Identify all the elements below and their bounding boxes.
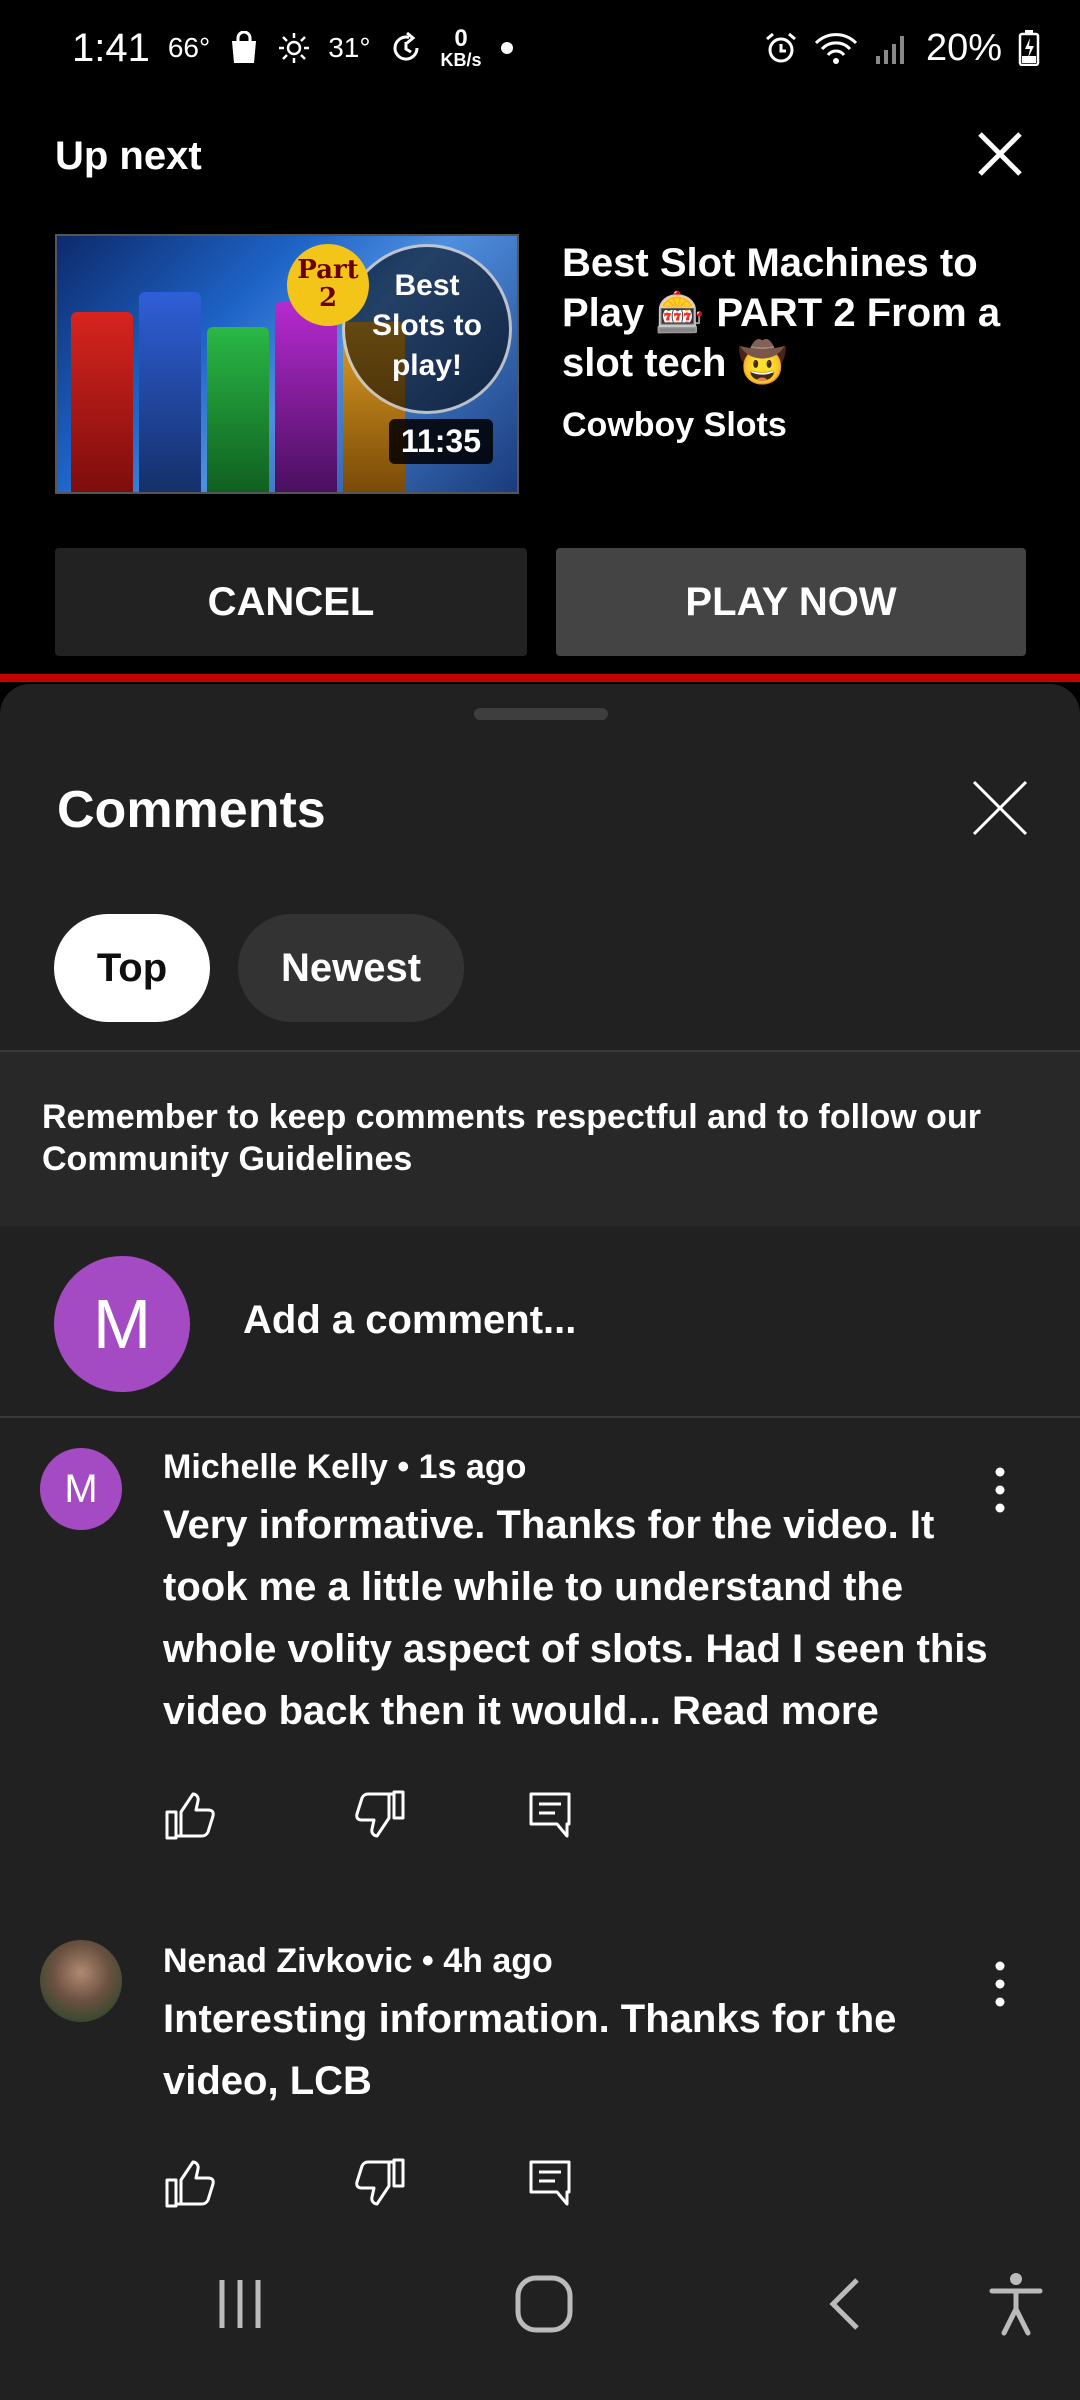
avatar: M	[54, 1256, 190, 1392]
status-bar: 1:41 66° 31° 0 KB/s 20%	[0, 0, 1080, 96]
comments-title: Comments	[57, 781, 326, 839]
comment-item: M Michelle Kelly • 1s ago Very informati…	[0, 1418, 1080, 1858]
accessibility-icon	[989, 2273, 1043, 2336]
thumbs-down-icon	[355, 2158, 405, 2206]
recent-apps-button[interactable]	[190, 2254, 290, 2354]
cellular-signal-icon	[874, 32, 910, 64]
dislike-button[interactable]	[353, 2156, 407, 2210]
recent-apps-icon	[219, 2280, 261, 2328]
network-speed-unit: KB/s	[440, 50, 482, 70]
close-icon	[972, 780, 1028, 836]
comments-panel: Comments Top Newest Remember to keep com…	[0, 684, 1080, 2214]
more-options-button[interactable]	[990, 1462, 1010, 1522]
drag-handle[interactable]	[474, 708, 608, 720]
status-temp: 66°	[167, 32, 211, 63]
thumbs-down-icon	[355, 1790, 405, 1838]
comment-item: Nenad Zivkovic • 4h ago Interesting info…	[0, 1912, 1080, 2212]
sync-icon	[389, 31, 423, 65]
video-duration: 11:35	[388, 419, 493, 464]
thumbs-up-icon	[165, 1792, 215, 1840]
wifi-icon	[814, 31, 858, 65]
battery-percent: 20%	[925, 26, 1002, 69]
comment-actions	[163, 1788, 603, 1844]
close-icon	[978, 132, 1022, 176]
home-icon	[515, 2275, 573, 2333]
up-next-video-title[interactable]: Best Slot Machines to Play 🎰 PART 2 From…	[562, 238, 1042, 388]
reply-button[interactable]	[525, 1788, 579, 1842]
back-button[interactable]	[796, 2254, 896, 2354]
more-options-button[interactable]	[990, 1956, 1010, 2016]
add-comment-input[interactable]: Add a comment...	[243, 1298, 576, 1343]
comment-meta: Nenad Zivkovic • 4h ago	[163, 1942, 553, 1980]
status-temp-2: 31°	[328, 32, 371, 63]
dislike-button[interactable]	[353, 1788, 407, 1842]
network-speed-value: 0	[454, 25, 468, 52]
filter-chip-top[interactable]: Top	[54, 914, 210, 1022]
thumbs-up-icon	[165, 2160, 215, 2208]
more-vert-icon	[995, 1961, 1005, 2007]
up-next-label: Up next	[55, 134, 202, 178]
up-next-channel-name: Cowboy Slots	[562, 406, 787, 444]
like-button[interactable]	[163, 1788, 217, 1842]
comments-close-button[interactable]	[968, 776, 1032, 840]
accessibility-button[interactable]	[966, 2254, 1066, 2354]
cancel-button[interactable]: CANCEL	[55, 548, 527, 656]
like-button[interactable]	[163, 2156, 217, 2210]
play-now-button[interactable]: PLAY NOW	[556, 548, 1026, 656]
reply-comment-icon	[529, 2160, 571, 2206]
status-time: 1:41	[72, 25, 150, 70]
home-button[interactable]	[494, 2254, 594, 2354]
comment-meta: Michelle Kelly • 1s ago	[163, 1448, 527, 1486]
up-next-close-button[interactable]	[972, 126, 1028, 182]
avatar[interactable]	[40, 1940, 122, 2022]
reply-button[interactable]	[525, 2156, 579, 2210]
comment-actions	[163, 2156, 603, 2212]
comment-text[interactable]: Very informative. Thanks for the video. …	[163, 1494, 993, 1742]
avatar[interactable]: M	[40, 1448, 122, 1530]
comment-text[interactable]: Interesting information. Thanks for the …	[163, 1988, 993, 2112]
system-navigation-bar	[0, 2214, 1080, 2400]
video-thumbnail[interactable]: Best Slots to play! Part 2 11:35	[55, 234, 519, 494]
notification-dot-icon	[500, 41, 514, 55]
thumbnail-part-badge: Part 2	[287, 244, 369, 326]
sun-icon	[278, 32, 310, 64]
reply-comment-icon	[529, 1792, 571, 1838]
add-comment-row[interactable]: M Add a comment...	[0, 1226, 1080, 1416]
shopping-bag-icon	[228, 31, 260, 65]
thumbnail-text: Best Slots to play!	[372, 269, 482, 382]
community-guidelines-notice[interactable]: Remember to keep comments respectful and…	[0, 1052, 1080, 1226]
video-progress-bar	[0, 674, 1080, 682]
battery-charging-icon	[1018, 30, 1040, 66]
more-vert-icon	[995, 1467, 1005, 1513]
back-chevron-icon	[829, 2278, 859, 2330]
network-speed: 0 KB/s	[440, 25, 482, 70]
filter-chip-newest[interactable]: Newest	[238, 914, 464, 1022]
alarm-icon	[764, 31, 798, 65]
up-next-overlay: Up next Best Slots to play! Part 2 11:35…	[0, 96, 1080, 676]
